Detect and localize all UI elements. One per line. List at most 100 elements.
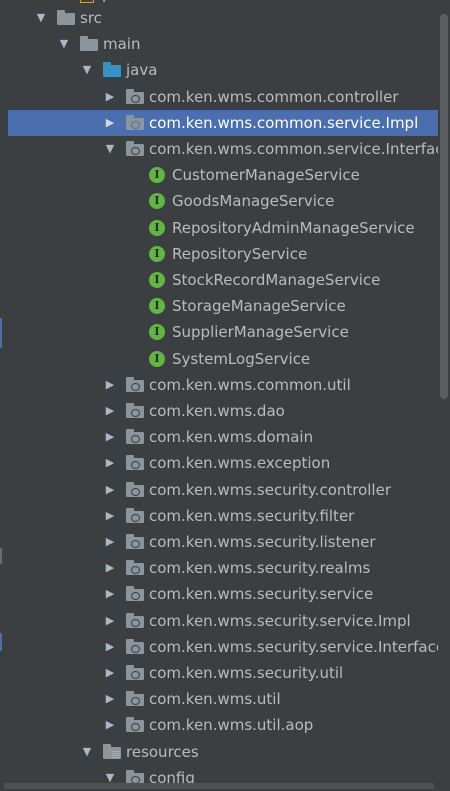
- tree-row[interactable]: ▶ com.ken.wms.security.filter: [0, 503, 438, 529]
- expand-arrow-down-icon[interactable]: ▼: [34, 5, 48, 31]
- interface-icon: I: [149, 350, 165, 367]
- expand-arrow-right-icon[interactable]: ▶: [103, 503, 117, 529]
- vertical-scrollbar[interactable]: [438, 0, 450, 789]
- package-icon: [126, 141, 144, 156]
- tree-row[interactable]: I GoodsManageService: [0, 188, 438, 214]
- tree-row-label: com.ken.wms.domain: [149, 428, 314, 447]
- tree-row[interactable]: ▶ com.ken.wms.common.controller: [0, 84, 438, 110]
- expand-arrow-right-icon[interactable]: ▶: [103, 634, 117, 660]
- package-icon: [126, 507, 144, 523]
- tree-row[interactable]: I RepositoryService: [0, 241, 438, 267]
- project-tree: p ▼ src ▼ main ▼ java ▶ com.ken.wms.common.cont…: [0, 0, 450, 789]
- tree-row[interactable]: ▶ com.ken.wms.security.service: [0, 581, 438, 607]
- tree-row-label: RepositoryAdminManageService: [172, 218, 415, 237]
- expand-arrow-right-icon[interactable]: ▶: [103, 477, 117, 503]
- package-icon: [126, 88, 144, 104]
- package-icon: [126, 717, 144, 733]
- clipped-top-row[interactable]: p: [80, 0, 280, 4]
- expand-arrow-right-icon[interactable]: ▶: [103, 450, 117, 476]
- tree-row-label: com.ken.wms.security.service.Impl: [149, 611, 411, 630]
- interface-icon: I: [149, 272, 165, 288]
- expand-arrow-right-icon[interactable]: ▶: [103, 84, 117, 110]
- clipped-top-label: p: [102, 0, 112, 2]
- interface-icon: I: [149, 167, 165, 184]
- tree-row-label: CustomerManageService: [172, 166, 360, 185]
- tree-row[interactable]: I StockRecordManageService: [0, 267, 438, 293]
- tree-row[interactable]: ▶ com.ken.wms.security.controller: [0, 477, 438, 503]
- folder-icon: [80, 36, 98, 52]
- package-icon: [126, 114, 144, 130]
- expand-arrow-down-icon[interactable]: ▼: [103, 136, 117, 162]
- tree-row[interactable]: ▶ com.ken.wms.security.listener: [0, 529, 438, 555]
- expand-arrow-right-icon[interactable]: ▶: [103, 686, 117, 712]
- tree-row-label: java: [126, 61, 158, 80]
- tree-row-label: src: [80, 9, 102, 27]
- scrollbar-thumb[interactable]: [440, 14, 448, 399]
- tree-row-label: com.ken.wms.common.controller: [149, 87, 399, 106]
- tree-row[interactable]: ▶ com.ken.wms.common.util: [0, 372, 438, 398]
- expand-arrow-right-icon[interactable]: ▶: [103, 424, 117, 450]
- interface-icon: I: [149, 324, 165, 341]
- tree-row[interactable]: ▼ main: [0, 31, 438, 57]
- tree-row[interactable]: ▶ com.ken.wms.security.util: [0, 660, 438, 686]
- tree-row-label: SupplierManageService: [172, 323, 349, 342]
- tree-row[interactable]: ▶ com.ken.wms.util.aop: [0, 712, 438, 738]
- tree-row[interactable]: ▼ com.ken.wms.common.service.Interface: [0, 136, 450, 162]
- tree-row[interactable]: I SystemLogService: [0, 346, 438, 372]
- tree-row[interactable]: ▶ com.ken.wms.security.service.Impl: [0, 608, 438, 634]
- tree-row-label: com.ken.wms.security.filter: [149, 506, 355, 525]
- package-icon: [126, 560, 144, 576]
- tree-row[interactable]: ▼ resources: [0, 739, 438, 765]
- tree-row-label: com.ken.wms.util.aop: [149, 716, 314, 735]
- expand-arrow-down-icon[interactable]: ▼: [80, 57, 94, 83]
- tree-row[interactable]: I StorageManageService: [0, 293, 438, 319]
- tree-row-label: com.ken.wms.util: [149, 690, 281, 709]
- gutter-marker: [0, 548, 2, 564]
- tree-row[interactable]: I SupplierManageService: [0, 319, 438, 345]
- package-icon: [126, 638, 144, 654]
- package-icon: [126, 665, 144, 680]
- tree-row-label: com.ken.wms.security.service: [149, 585, 374, 604]
- tree-row[interactable]: I RepositoryAdminManageService: [0, 215, 438, 241]
- tree-row[interactable]: I CustomerManageService: [0, 162, 438, 188]
- expand-arrow-right-icon[interactable]: ▶: [103, 372, 117, 398]
- expand-arrow-right-icon[interactable]: ▶: [103, 581, 117, 607]
- expand-arrow-right-icon[interactable]: ▶: [103, 529, 117, 555]
- tree-row-label: RepositoryService: [172, 244, 308, 263]
- tree-row-label: resources: [126, 742, 199, 761]
- tree-row[interactable]: ▶ com.ken.wms.domain: [0, 424, 438, 450]
- tree-row-label: main: [103, 35, 141, 54]
- interface-icon: I: [149, 298, 165, 315]
- horizontal-scrollbar[interactable]: [4, 783, 434, 789]
- package-icon: [126, 481, 144, 497]
- expand-arrow-down-icon[interactable]: ▼: [57, 31, 71, 57]
- interface-icon: I: [149, 245, 165, 262]
- expand-arrow-right-icon[interactable]: ▶: [103, 608, 117, 634]
- package-icon: [126, 429, 144, 445]
- tree-row[interactable]: ▼ src: [0, 5, 438, 31]
- tree-row[interactable]: ▶ com.ken.wms.security.realms: [0, 555, 438, 581]
- tree-row[interactable]: ▶ com.ken.wms.exception: [0, 450, 438, 476]
- folder-icon: [57, 10, 75, 25]
- expand-arrow-down-icon[interactable]: ▼: [80, 739, 94, 765]
- tree-row-label: com.ken.wms.security.controller: [149, 480, 391, 499]
- tree-row-label: com.ken.wms.security.service.Interface: [149, 637, 446, 656]
- expand-arrow-right-icon[interactable]: ▶: [103, 712, 117, 738]
- expand-arrow-right-icon[interactable]: ▶: [103, 660, 117, 686]
- expand-arrow-right-icon[interactable]: ▶: [103, 398, 117, 424]
- expand-arrow-right-icon[interactable]: ▶: [103, 110, 117, 136]
- resources-folder-icon: [103, 743, 121, 759]
- tree-row-label: GoodsManageService: [172, 192, 335, 211]
- gutter-marker: [0, 633, 2, 651]
- tree-row-label: com.ken.wms.security.util: [149, 664, 344, 682]
- package-icon: [126, 691, 144, 707]
- expand-arrow-right-icon[interactable]: ▶: [103, 555, 117, 581]
- tree-row[interactable]: ▶ com.ken.wms.util: [0, 686, 438, 712]
- tree-row[interactable]: ▶ com.ken.wms.common.service.Impl: [8, 109, 438, 136]
- tree-row[interactable]: ▼ java: [0, 57, 438, 83]
- gutter-marker: [0, 318, 2, 348]
- file-icon: [80, 0, 94, 3]
- tree-row-label: StockRecordManageService: [172, 271, 381, 289]
- tree-row[interactable]: ▶ com.ken.wms.security.service.Interface: [0, 634, 445, 660]
- tree-row[interactable]: ▶ com.ken.wms.dao: [0, 398, 438, 424]
